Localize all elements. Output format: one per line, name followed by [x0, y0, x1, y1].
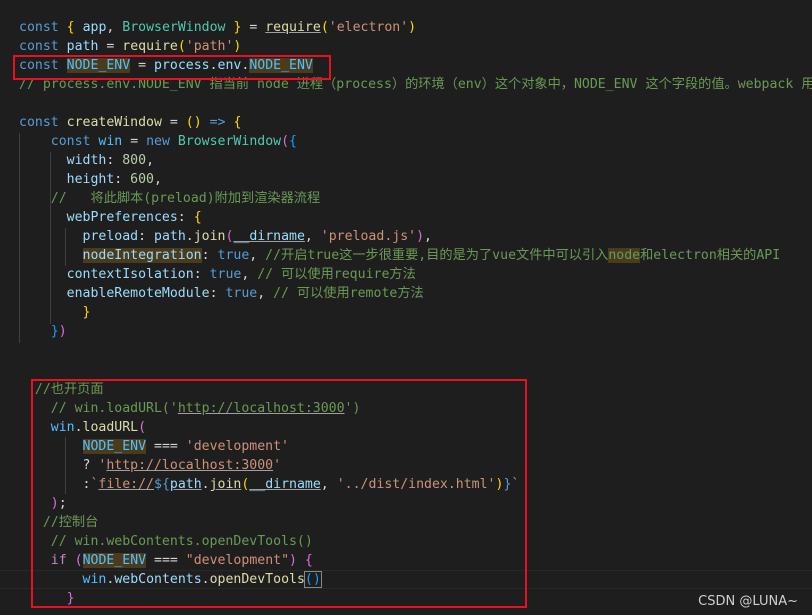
code-comment: // 可以使用require方法 — [249, 267, 416, 282]
watermark: CSDN @LUNA~ — [698, 594, 798, 609]
code-line[interactable]: const createWindow = () => { — [19, 113, 241, 132]
code-line[interactable]: contextIsolation: true, // 可以使用require方法 — [19, 265, 416, 284]
annotation-box — [13, 55, 331, 80]
code-line[interactable]: enableRemoteModule: true, // 可以使用remote方… — [19, 284, 424, 303]
code-line[interactable]: const { app, BrowserWindow } = require('… — [19, 18, 416, 37]
code-comment: // 将此脚本(preload)附加到渲染器流程 — [50, 191, 321, 206]
code-line[interactable]: // 将此脚本(preload)附加到渲染器流程 — [19, 189, 320, 208]
code-line[interactable]: const path = require('path') — [19, 37, 241, 56]
code-line[interactable]: } — [19, 303, 91, 322]
code-line[interactable]: width: 800, — [19, 151, 154, 170]
code-comment: // 可以使用remote方法 — [265, 286, 424, 301]
code-comment: //开启true这一步很重要,目的是为了vue文件中可以引入 — [257, 248, 609, 263]
annotation-box — [31, 379, 527, 608]
code-line[interactable]: nodeIntegration: true, //开启true这一步很重要,目的… — [19, 246, 780, 265]
code-comment-highlight: node — [608, 248, 641, 263]
code-comment: 和electron相关的API — [640, 248, 781, 263]
code-line[interactable]: }) — [19, 322, 67, 341]
code-line[interactable]: const win = new BrowserWindow({ — [19, 132, 297, 151]
code-line[interactable]: webPreferences: { — [19, 208, 202, 227]
code-line[interactable]: height: 600, — [19, 170, 162, 189]
code-line[interactable]: preload: path.join(__dirname, 'preload.j… — [19, 227, 432, 246]
